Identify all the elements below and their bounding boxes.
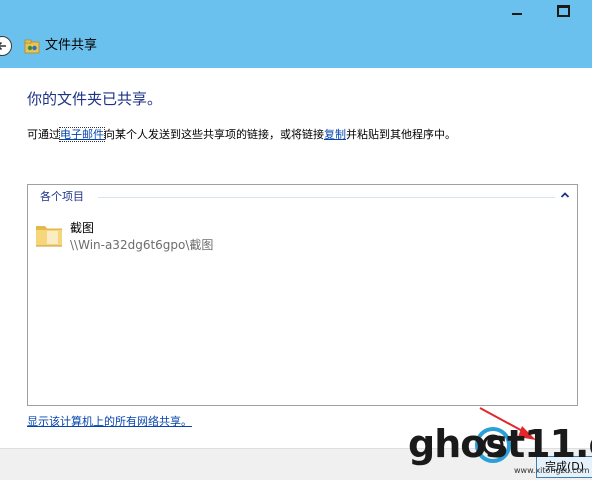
- desc-middle: 向某个人发送到这些共享项的链接，或将链接: [104, 128, 324, 141]
- desc-suffix: 并粘贴到其他程序中。: [346, 128, 456, 141]
- email-link[interactable]: 电子邮件: [59, 127, 105, 142]
- watermark-subtext: www.xitongzu.com: [514, 466, 590, 475]
- show-all-shares-link[interactable]: 显示该计算机上的所有网络共享。: [27, 414, 192, 430]
- maximize-icon: [556, 5, 570, 17]
- folder-network-path: \\Win-a32dg6t6gpo\截图: [70, 238, 214, 252]
- watermark: ghost11.com www.xitongzu.com: [398, 418, 592, 480]
- folder-icon: [36, 226, 62, 247]
- folder-name: 截图: [70, 221, 95, 235]
- copy-link[interactable]: 复制: [324, 128, 346, 141]
- page-heading: 你的文件夹已共享。: [27, 90, 163, 108]
- group-header-label: 各个项目: [40, 189, 84, 205]
- desc-prefix: 可通过: [27, 128, 60, 141]
- share-folder-icon: [24, 39, 40, 54]
- back-button[interactable]: [0, 36, 12, 56]
- window-title: 文件共享: [45, 38, 98, 53]
- watermark-text: ghost11.com: [408, 422, 592, 466]
- maximize-button[interactable]: [540, 0, 586, 22]
- share-description: 可通过电子邮件向某个人发送到这些共享项的链接，或将链接复制并粘贴到其他程序中。: [27, 127, 456, 143]
- back-arrow-icon: [0, 41, 6, 51]
- minimize-button[interactable]: [494, 0, 540, 22]
- group-divider: [98, 197, 555, 198]
- minimize-icon: [512, 13, 522, 15]
- file-sharing-window: 文件共享 你的文件夹已共享。 可通过电子邮件向某个人发送到这些共享项的链接，或将…: [0, 0, 592, 480]
- title-bar: 文件共享: [0, 0, 592, 68]
- shared-items-list: 各个项目 截图 \\Win-a32dg6t6gpo\截图: [27, 184, 578, 406]
- chevron-up-icon[interactable]: [559, 189, 571, 201]
